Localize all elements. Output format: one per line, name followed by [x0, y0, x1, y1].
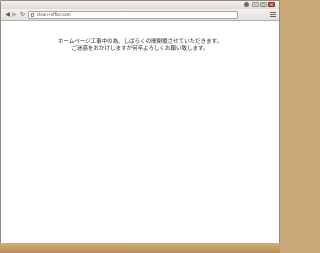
menu-icon[interactable]: [270, 12, 276, 18]
maximize-icon[interactable]: □: [260, 2, 267, 7]
browser-toolbar: ◀ ▶ ↻ clean-reffior.com: [1, 9, 279, 21]
message-line-1: ホームページ工事中の為、しばらくの間閉鎖させていただきます。: [57, 39, 223, 45]
page-content: ホームページ工事中の為、しばらくの間閉鎖させていただきます。 ご迷惑をおかけしま…: [1, 21, 279, 244]
title-bar: – □ ×: [1, 1, 279, 9]
bottom-background-strip: [0, 243, 280, 253]
address-bar[interactable]: clean-reffior.com: [28, 11, 238, 19]
profile-icon[interactable]: [244, 2, 249, 7]
browser-window: – □ × ◀ ▶ ↻ clean-reffior.com ホームページ工事中の…: [0, 0, 280, 244]
minimize-icon[interactable]: –: [252, 2, 259, 7]
url-text: clean-reffior.com: [37, 12, 71, 17]
forward-arrow-icon[interactable]: ▶: [11, 11, 18, 18]
page-icon: [31, 13, 34, 17]
window-controls: – □ ×: [252, 2, 275, 8]
close-icon[interactable]: ×: [268, 2, 275, 7]
reload-icon[interactable]: ↻: [19, 11, 26, 18]
back-arrow-icon[interactable]: ◀: [4, 11, 11, 18]
maintenance-message: ホームページ工事中の為、しばらくの間閉鎖させていただきます。 ご迷惑をおかけしま…: [1, 39, 279, 53]
message-line-2: ご迷惑をおかけしますが何卒よろしくお願い致します。: [71, 46, 209, 52]
